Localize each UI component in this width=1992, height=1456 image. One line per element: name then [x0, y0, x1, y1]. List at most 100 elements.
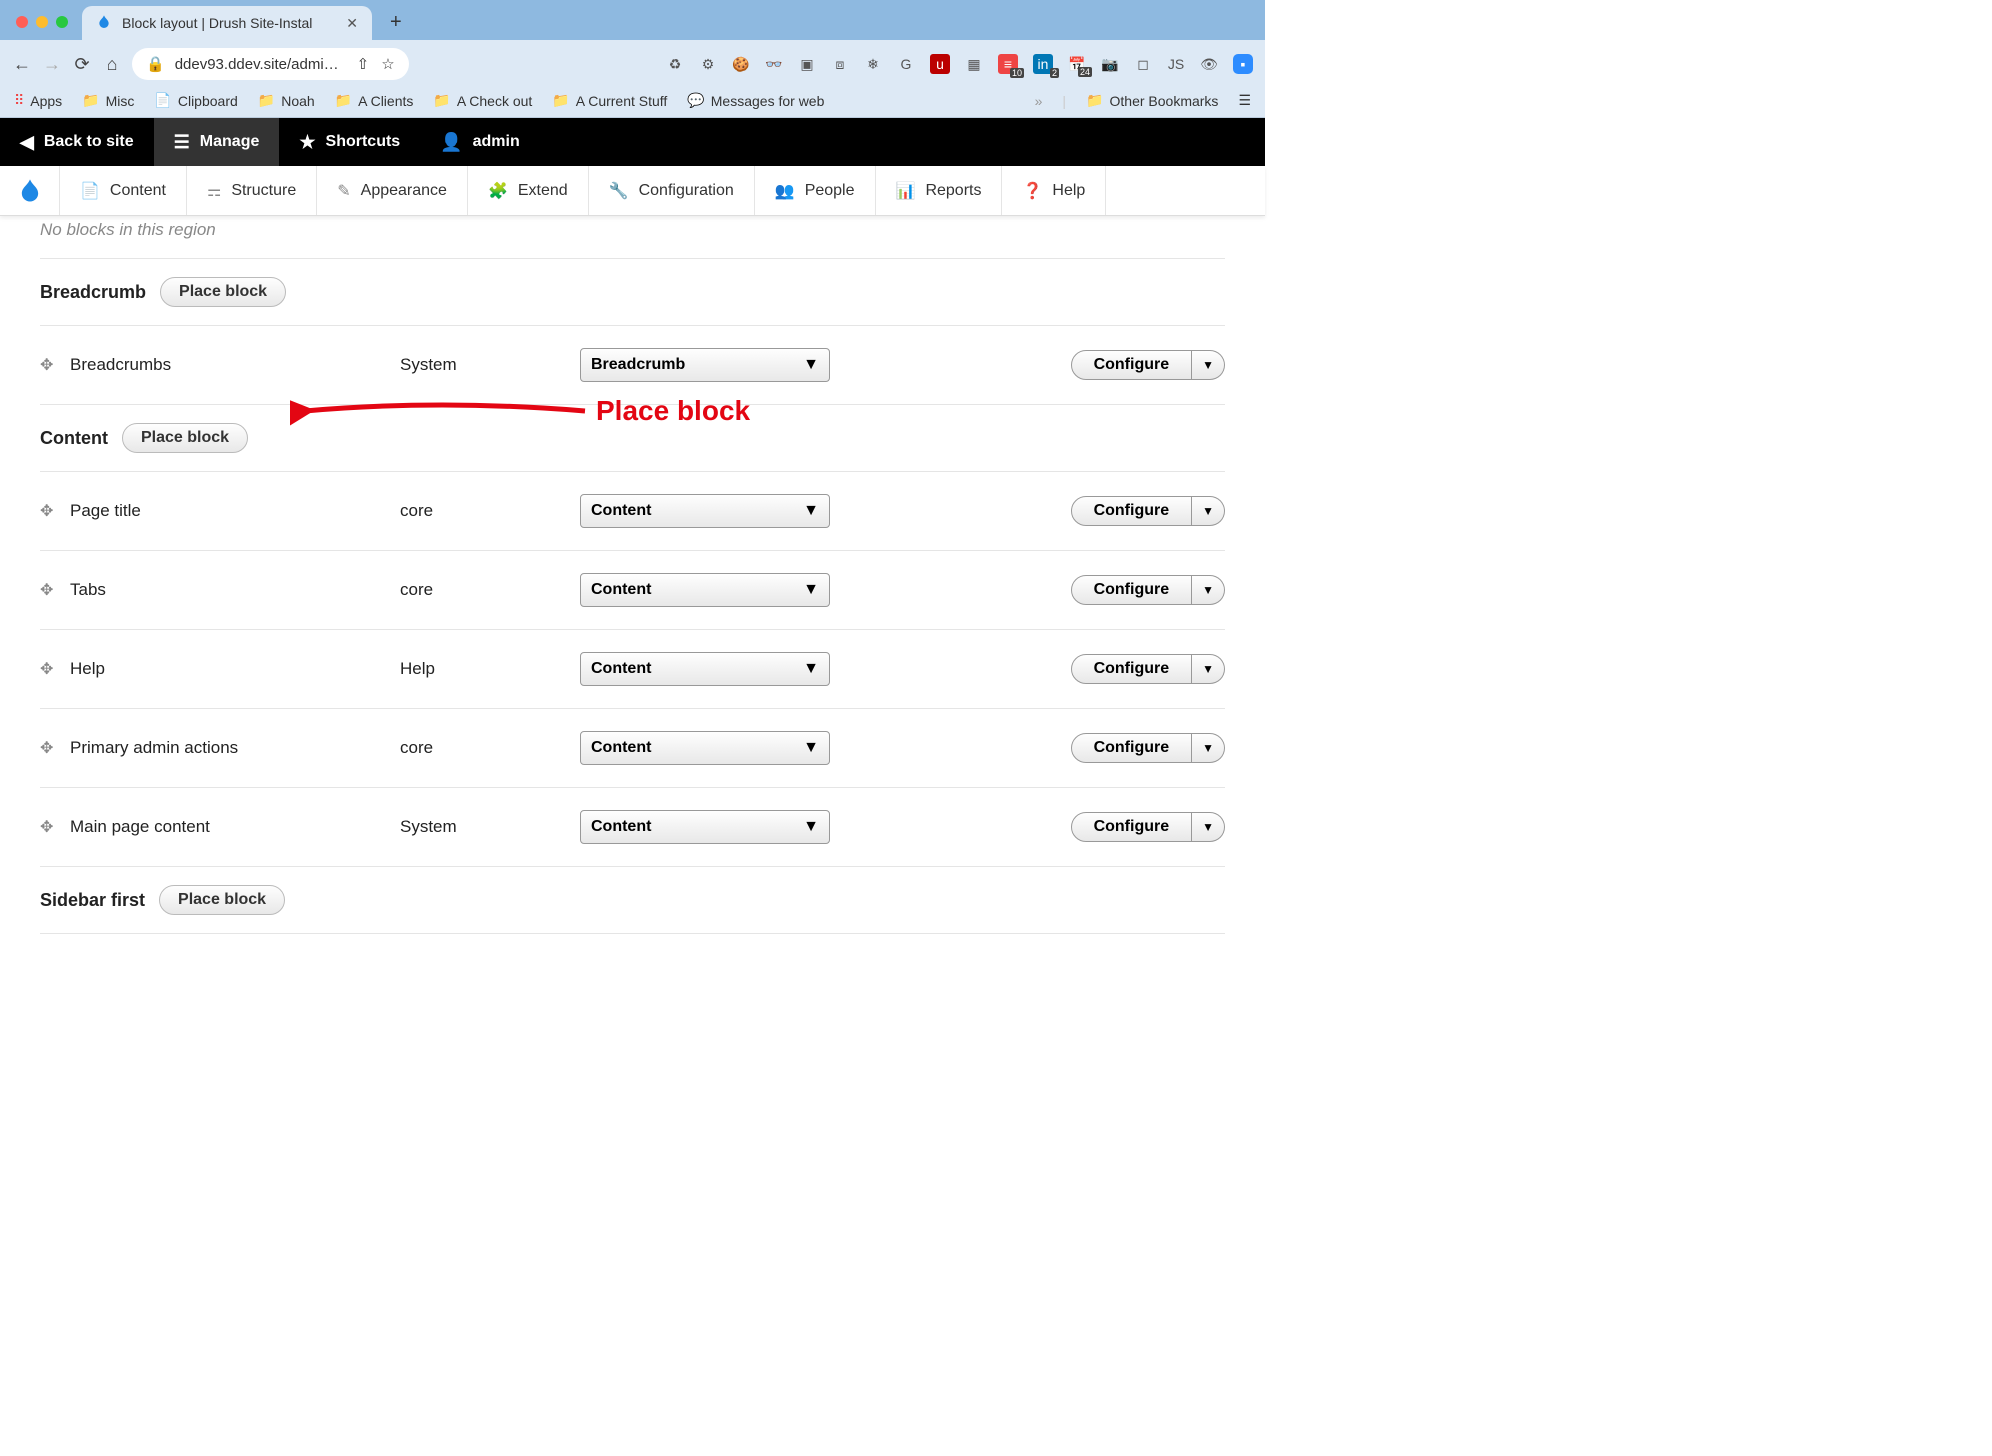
- operations: Configure ▼: [1071, 350, 1225, 380]
- qr-icon[interactable]: ▦: [965, 55, 983, 73]
- menu-configuration[interactable]: 🔧Configuration: [589, 166, 755, 215]
- bookmark-noah[interactable]: 📁Noah: [258, 92, 315, 109]
- new-tab-button[interactable]: +: [372, 11, 420, 34]
- configure-button[interactable]: Configure: [1071, 575, 1193, 605]
- region-select[interactable]: Content▼: [580, 494, 830, 528]
- region-select[interactable]: Breadcrumb▼: [580, 348, 830, 382]
- user-tab[interactable]: 👤 admin: [420, 118, 540, 166]
- bookmark-apps[interactable]: ⠿Apps: [14, 92, 62, 109]
- bookmark-acurrent[interactable]: 📁A Current Stuff: [552, 92, 667, 109]
- menu-people[interactable]: 👥People: [755, 166, 876, 215]
- menu-reports[interactable]: 📊Reports: [876, 166, 1003, 215]
- block-category: core: [400, 580, 580, 600]
- menu-help[interactable]: ❓Help: [1002, 166, 1106, 215]
- eye-icon[interactable]: 👁: [1200, 55, 1218, 73]
- snow-icon[interactable]: ❄: [864, 55, 882, 73]
- configure-button[interactable]: Configure: [1071, 496, 1193, 526]
- zoom-icon[interactable]: ▪: [1233, 54, 1253, 74]
- maximize-window-button[interactable]: [56, 16, 68, 28]
- todoist-icon[interactable]: ≡10: [998, 54, 1018, 74]
- window-icon[interactable]: ▣: [798, 55, 816, 73]
- region-select[interactable]: Content▼: [580, 652, 830, 686]
- drag-handle-icon[interactable]: ✥: [40, 355, 70, 375]
- chevron-down-icon: ▼: [803, 818, 819, 836]
- drag-handle-icon[interactable]: ✥: [40, 501, 70, 521]
- operations-dropdown[interactable]: ▼: [1192, 496, 1225, 526]
- manage-tab[interactable]: ☰ Manage: [154, 118, 280, 166]
- back-button[interactable]: ←: [12, 54, 32, 75]
- bookmark-misc[interactable]: 📁Misc: [82, 92, 134, 109]
- bookmark-clipboard[interactable]: 📄Clipboard: [154, 92, 237, 109]
- menu-appearance[interactable]: ✎Appearance: [317, 166, 468, 215]
- place-block-button[interactable]: Place block: [160, 277, 286, 307]
- linkedin-icon[interactable]: in2: [1033, 54, 1053, 74]
- js-icon[interactable]: JS: [1167, 55, 1185, 73]
- chevron-down-icon: ▼: [803, 660, 819, 678]
- configure-button[interactable]: Configure: [1071, 654, 1193, 684]
- operations-dropdown[interactable]: ▼: [1192, 350, 1225, 380]
- shortcuts-tab[interactable]: ★ Shortcuts: [279, 118, 420, 166]
- close-tab-icon[interactable]: ✕: [346, 15, 358, 32]
- operations-dropdown[interactable]: ▼: [1192, 733, 1225, 763]
- minimize-window-button[interactable]: [36, 16, 48, 28]
- recycle-icon[interactable]: ♻: [666, 55, 684, 73]
- menu-structure[interactable]: ⚎Structure: [187, 166, 317, 215]
- bookmarks-bar: ⠿Apps 📁Misc 📄Clipboard 📁Noah 📁A Clients …: [0, 88, 1265, 118]
- ublock-icon[interactable]: u: [930, 54, 950, 74]
- user-icon: 👤: [440, 132, 462, 153]
- drag-handle-icon[interactable]: ✥: [40, 659, 70, 679]
- drag-handle-icon[interactable]: ✥: [40, 817, 70, 837]
- cookie-icon[interactable]: 🍪: [732, 55, 750, 73]
- place-block-button[interactable]: Place block: [159, 885, 285, 915]
- block-row: ✥ Tabs core Content▼ Configure▼: [40, 550, 1225, 629]
- mask-icon[interactable]: 👓: [765, 55, 783, 73]
- shortcuts-label: Shortcuts: [326, 133, 401, 151]
- tree-icon: ⚎: [207, 181, 221, 201]
- gear-icon[interactable]: ⚙: [699, 55, 717, 73]
- region-select[interactable]: Content▼: [580, 573, 830, 607]
- drupal-admin-toolbar: ◀ Back to site ☰ Manage ★ Shortcuts 👤 ad…: [0, 118, 1265, 166]
- address-bar[interactable]: 🔒 ddev93.ddev.site/admi… ⇧ ☆: [132, 48, 409, 80]
- chevron-down-icon: ▼: [803, 581, 819, 599]
- bookmark-aclients[interactable]: 📁A Clients: [335, 92, 414, 109]
- browser-tab[interactable]: Block layout | Drush Site-Instal ✕: [82, 6, 372, 40]
- google-icon[interactable]: G: [897, 55, 915, 73]
- reload-button[interactable]: ⟳: [72, 54, 92, 75]
- region-select[interactable]: Content▼: [580, 731, 830, 765]
- calendar-icon[interactable]: 📅24: [1068, 55, 1086, 73]
- user-label: admin: [473, 133, 520, 151]
- place-block-button[interactable]: Place block: [122, 423, 248, 453]
- bookmark-acheckout[interactable]: 📁A Check out: [433, 92, 532, 109]
- camera-icon[interactable]: 📷: [1101, 55, 1119, 73]
- configure-button[interactable]: Configure: [1071, 733, 1193, 763]
- block-name: Breadcrumbs: [70, 355, 400, 375]
- forward-button[interactable]: →: [42, 54, 62, 75]
- menu-content[interactable]: 📄Content: [60, 166, 187, 215]
- hamburger-icon: ☰: [174, 132, 190, 153]
- drag-handle-icon[interactable]: ✥: [40, 738, 70, 758]
- bookmark-messages[interactable]: 💬Messages for web: [687, 92, 824, 109]
- share-icon[interactable]: ⇧: [357, 55, 370, 73]
- configure-button[interactable]: Configure: [1071, 812, 1193, 842]
- operations-dropdown[interactable]: ▼: [1192, 575, 1225, 605]
- dropbox-icon[interactable]: ⧈: [831, 55, 849, 73]
- star-icon[interactable]: ☆: [381, 55, 394, 73]
- help-icon: ❓: [1022, 181, 1042, 201]
- home-button[interactable]: ⌂: [102, 54, 122, 75]
- square-icon[interactable]: ◻: [1134, 55, 1152, 73]
- close-window-button[interactable]: [16, 16, 28, 28]
- drag-handle-icon[interactable]: ✥: [40, 580, 70, 600]
- drupal-home-icon[interactable]: [0, 166, 60, 215]
- bookmark-other[interactable]: 📁Other Bookmarks: [1086, 92, 1218, 109]
- operations-dropdown[interactable]: ▼: [1192, 654, 1225, 684]
- configure-button[interactable]: Configure: [1071, 350, 1193, 380]
- operations-dropdown[interactable]: ▼: [1192, 812, 1225, 842]
- reading-list-icon[interactable]: ☰: [1238, 92, 1251, 109]
- region-select[interactable]: Content▼: [580, 810, 830, 844]
- region-name: Content: [40, 428, 108, 449]
- brush-icon: ✎: [337, 181, 350, 201]
- back-to-site-link[interactable]: ◀ Back to site: [0, 118, 154, 166]
- bookmark-overflow[interactable]: »: [1035, 93, 1043, 109]
- menu-extend[interactable]: 🧩Extend: [468, 166, 589, 215]
- browser-chrome: Block layout | Drush Site-Instal ✕ + ← →…: [0, 0, 1265, 118]
